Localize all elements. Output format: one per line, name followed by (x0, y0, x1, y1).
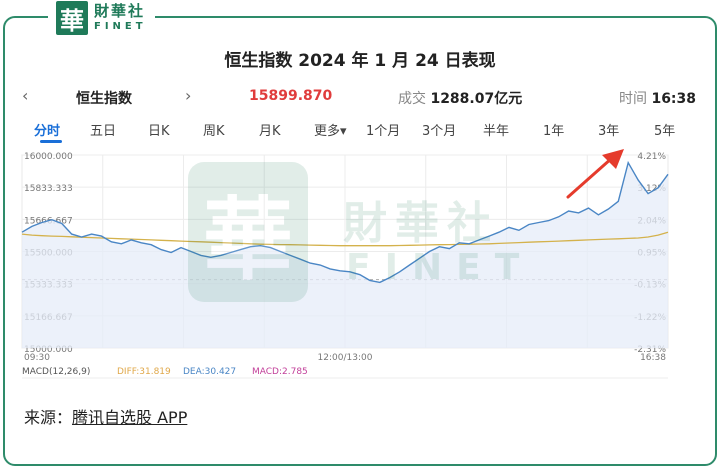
macd-legend-item: MACD:2.785 (252, 367, 308, 377)
chevron-left-icon[interactable]: ‹ (22, 86, 28, 105)
source-label: 来源： (24, 408, 73, 427)
tab-6[interactable]: 1个月 (366, 120, 400, 139)
macd-legend-item: MACD(12,26,9) (22, 367, 90, 377)
tab-3[interactable]: 周K (203, 120, 225, 139)
y-tick-left: 16000.000 (24, 152, 73, 162)
volume-label: 成交 (398, 91, 426, 107)
finet-logo-cn: 財華社 (94, 2, 146, 20)
tab-8[interactable]: 半年 (483, 120, 509, 139)
time-info: 时间 16:38 (619, 88, 696, 108)
tab-10[interactable]: 3年 (598, 120, 619, 139)
finet-logo-en: FINET (94, 21, 147, 32)
tab-5[interactable]: 更多▾ (314, 120, 347, 139)
time-value: 16:38 (651, 91, 697, 107)
y-tick-right: 4.21% (637, 152, 666, 162)
volume-value: 1288.07亿元 (430, 91, 523, 107)
y-tick-left: 15833.333 (24, 184, 73, 194)
tab-1[interactable]: 五日 (90, 120, 116, 139)
intraday-chart-svg: 16000.0004.21%15833.3333.12%15666.6672.0… (21, 149, 669, 379)
tab-11[interactable]: 5年 (654, 120, 675, 139)
active-tab-underline (40, 140, 62, 143)
macd-legend-item: DIFF:31.819 (117, 367, 171, 377)
period-tabs: 分时 五日 日K 周K 月K 更多▾ 1个月 3个月 半年 1年 3年 5年 (20, 118, 700, 144)
page-title: 恒生指数 2024 年 1 月 24 日表现 (224, 51, 496, 71)
index-price: 15899.870 (249, 88, 333, 104)
macd-legend-item: DEA:30.427 (183, 367, 236, 377)
index-name: 恒生指数 (76, 91, 132, 107)
volume-info: 成交 1288.07亿元 (398, 88, 522, 108)
source-link[interactable]: 腾讯自选股 APP (72, 408, 187, 427)
intraday-chart: 16000.0004.21%15833.3333.12%15666.6672.0… (20, 145, 700, 385)
x-tick: 09:30 (24, 353, 50, 363)
chevron-right-icon[interactable]: › (185, 86, 191, 105)
tab-2[interactable]: 日K (148, 120, 170, 139)
x-tick: 12:00/13:00 (318, 353, 373, 363)
tab-9[interactable]: 1年 (543, 120, 564, 139)
tab-4[interactable]: 月K (259, 120, 281, 139)
finet-logo: 華 財華社 FINET (48, 0, 155, 36)
x-tick: 16:38 (640, 353, 666, 363)
tab-7[interactable]: 3个月 (422, 120, 456, 139)
tab-0[interactable]: 分时 (34, 120, 60, 139)
finet-logo-mark: 華 (56, 1, 88, 35)
time-label: 时间 (619, 91, 647, 107)
source-note: 来源：腾讯自选股 APP (24, 404, 187, 428)
quote-info-bar: ‹ 恒生指数 › 15899.870 成交 1288.07亿元 时间 16:38 (20, 86, 700, 110)
